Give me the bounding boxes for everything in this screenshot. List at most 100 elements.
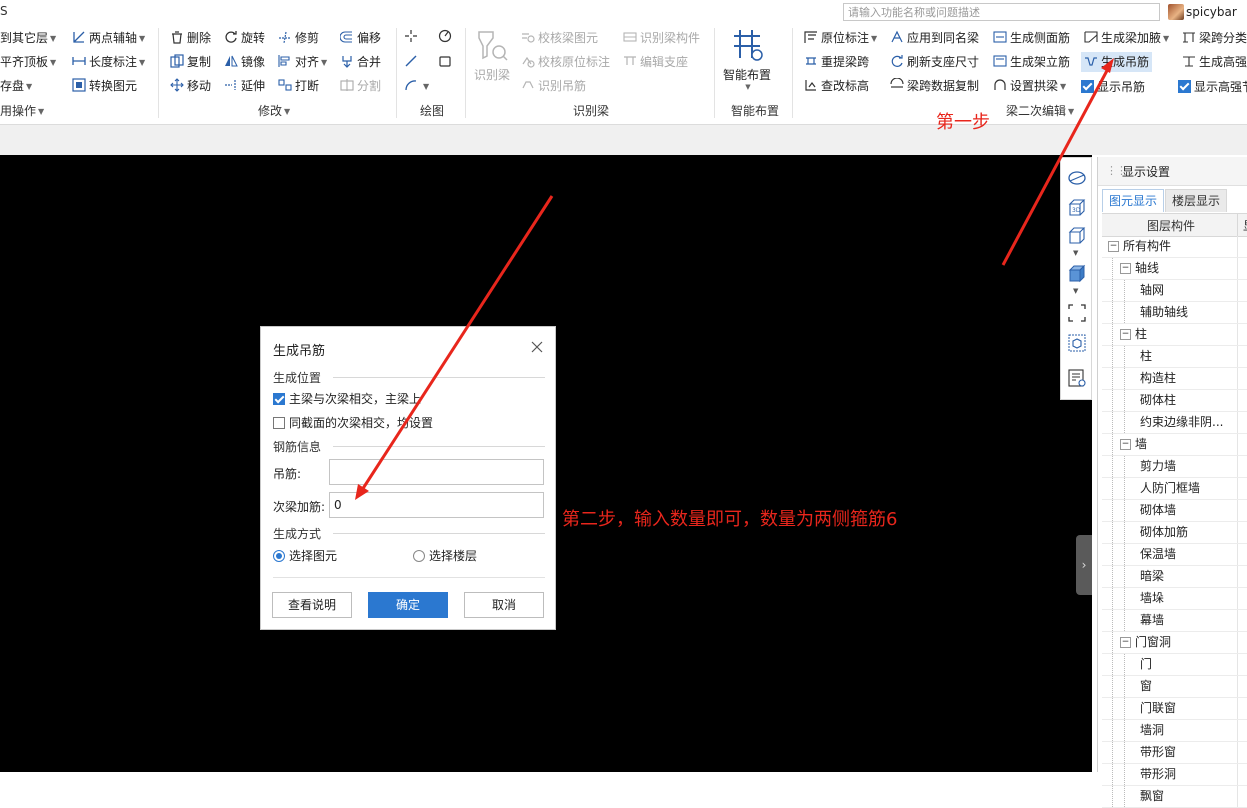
break-button[interactable]: 打断 — [278, 78, 319, 94]
copy-button[interactable]: 复制 — [170, 54, 211, 70]
collapse-toggle-icon[interactable]: − — [1120, 439, 1131, 450]
panel-header[interactable]: ⋮⋮ 显示设置 — [1098, 157, 1247, 186]
identify-beam-component-button[interactable]: 识别梁构件 — [623, 30, 700, 46]
tree-item[interactable]: 幕墙 — [1102, 610, 1247, 632]
draw-point-button[interactable] — [404, 29, 421, 45]
caret-down-icon[interactable]: ▼ — [1073, 249, 1078, 257]
tree-item[interactable]: − 轴线 — [1102, 258, 1247, 280]
tree-item[interactable]: − 墙 — [1102, 434, 1247, 456]
generate-beam-haunch-button[interactable]: 生成梁加腋 ▼ — [1084, 30, 1169, 47]
tree-item[interactable]: 砌体柱 — [1102, 390, 1247, 412]
tree-item[interactable]: − 门窗洞 — [1102, 632, 1247, 654]
generate-side-rebar-button[interactable]: 生成侧面筋 — [993, 30, 1070, 46]
tree-item[interactable]: 砌体墙 — [1102, 500, 1247, 522]
draw-rotate-point-button[interactable] — [438, 29, 455, 45]
tree-item[interactable]: 门联窗 — [1102, 698, 1247, 720]
collapse-toggle-icon[interactable]: − — [1120, 637, 1131, 648]
span-data-copy-button[interactable]: 梁跨数据复制 — [890, 78, 979, 94]
collapse-toggle-icon[interactable]: − — [1108, 241, 1119, 252]
tree-item[interactable]: 带形洞 — [1102, 764, 1247, 786]
3d-view-icon[interactable]: 3D — [1067, 198, 1087, 218]
solid-cube-icon[interactable] — [1067, 264, 1087, 284]
move-button[interactable]: 移动 — [170, 78, 211, 94]
generate-high-strength-button[interactable]: 生成高强 — [1182, 54, 1247, 70]
edit-support-button[interactable]: 编辑支座 — [623, 54, 688, 70]
mirror-button[interactable]: 镜像 — [224, 54, 265, 70]
caret-down-icon[interactable]: ▼ — [1073, 287, 1078, 295]
tree-item[interactable]: 约束边缘非阴... — [1102, 412, 1247, 434]
identify-beam-button[interactable]: 识别梁 — [472, 28, 512, 83]
generate-erection-rebar-button[interactable]: 生成架立筋 — [993, 54, 1070, 70]
tree-item[interactable]: 窗 — [1102, 676, 1247, 698]
tree-item[interactable]: 飘窗 — [1102, 786, 1247, 808]
check-elevation-button[interactable]: 查改标高 — [804, 78, 869, 94]
tree-item[interactable]: 人防门框墙 — [1102, 478, 1247, 500]
identify-hanger-button[interactable]: 识别吊筋 — [521, 78, 586, 94]
tree-item[interactable]: 墙洞 — [1102, 720, 1247, 742]
refresh-support-size-button[interactable]: 刷新支座尺寸 — [890, 54, 979, 70]
username[interactable]: spicybar — [1186, 5, 1237, 19]
trim-button[interactable]: 修剪 — [278, 30, 319, 46]
offset-button[interactable]: 偏移 — [340, 30, 381, 46]
collapse-toggle-icon[interactable]: − — [1120, 263, 1131, 274]
view-help-button[interactable]: 查看说明 — [272, 592, 352, 618]
cube-view-icon[interactable] — [1067, 226, 1087, 246]
tree-item[interactable]: 剪力墙 — [1102, 456, 1247, 478]
draw-rect-button[interactable] — [438, 54, 455, 70]
re-extract-span-button[interactable]: 重提梁跨 — [804, 54, 869, 70]
draw-line-button[interactable] — [404, 54, 421, 70]
align-slab-top-button[interactable]: 平齐顶板 ▼ — [0, 54, 56, 71]
merge-button[interactable]: 合并 — [340, 54, 381, 70]
show-hanger-checkbox[interactable]: 显示吊筋 — [1081, 79, 1145, 95]
tree-item[interactable]: 墙垛 — [1102, 588, 1247, 610]
draw-arc-button[interactable]: ▼ — [404, 78, 429, 95]
box-select-view-icon[interactable] — [1067, 333, 1087, 353]
tree-item[interactable]: 暗梁 — [1102, 566, 1247, 588]
display-list-icon[interactable] — [1067, 368, 1087, 388]
tree-item[interactable]: 辅助轴线 — [1102, 302, 1247, 324]
select-floor-radio[interactable]: 选择楼层 — [413, 547, 477, 564]
tree-item[interactable]: 砌体加筋 — [1102, 522, 1247, 544]
split-button[interactable]: 分割 — [340, 78, 381, 94]
tab-element-display[interactable]: 图元显示 — [1102, 189, 1165, 212]
same-section-checkbox[interactable]: 同截面的次梁相交，均设置 — [273, 414, 433, 431]
smart-layout-button[interactable]: 智能布置 ▼ — [718, 28, 776, 91]
check-beam-element-button[interactable]: 校核梁图元 — [521, 30, 598, 46]
cancel-button[interactable]: 取消 — [464, 592, 544, 618]
panel-collapse-handle[interactable]: › — [1076, 535, 1092, 595]
tree-item[interactable]: 构造柱 — [1102, 368, 1247, 390]
copy-to-other-floor-button[interactable]: 到其它层 ▼ — [0, 30, 56, 47]
inplace-annotation-button[interactable]: 原位标注 ▼ — [804, 30, 877, 47]
tree-item[interactable]: 保温墙 — [1102, 544, 1247, 566]
tree-item[interactable]: 轴网 — [1102, 280, 1247, 302]
show-high-strength-checkbox[interactable]: 显示高强节 — [1178, 79, 1247, 95]
function-search-input[interactable] — [843, 3, 1160, 21]
two-point-aux-axis-button[interactable]: 两点辅轴 ▼ — [72, 30, 145, 47]
main-beam-checkbox[interactable]: 主梁与次梁相交，主梁上 — [273, 390, 421, 407]
collapse-toggle-icon[interactable]: − — [1120, 329, 1131, 340]
tab-floor-display[interactable]: 楼层显示 — [1165, 189, 1228, 212]
dynamic-observe-icon[interactable] — [1067, 168, 1087, 188]
extend-button[interactable]: 延伸 — [224, 78, 265, 94]
apply-same-name-beam-button[interactable]: 应用到同名梁 — [890, 30, 979, 46]
save-button[interactable]: 存盘 ▼ — [0, 78, 32, 95]
close-icon[interactable] — [529, 339, 545, 355]
align-button[interactable]: 对齐 ▼ — [278, 54, 327, 71]
rotate-button[interactable]: 旋转 — [224, 30, 265, 46]
tree-item[interactable]: − 所有构件 — [1102, 236, 1247, 258]
tree-item[interactable]: 带形窗 — [1102, 742, 1247, 764]
secondary-beam-rebar-input[interactable] — [329, 492, 544, 518]
user-avatar[interactable] — [1168, 4, 1184, 20]
tree-item[interactable]: − 柱 — [1102, 324, 1247, 346]
beam-span-classify-button[interactable]: 梁跨分类 — [1182, 30, 1247, 46]
hanger-input[interactable] — [329, 459, 544, 485]
convert-element-button[interactable]: 转换图元 — [72, 78, 137, 94]
tree-item[interactable]: 门 — [1102, 654, 1247, 676]
fit-view-icon[interactable] — [1067, 303, 1087, 323]
ok-button[interactable]: 确定 — [368, 592, 448, 618]
select-element-radio[interactable]: 选择图元 — [273, 547, 337, 564]
generate-hanger-rebar-button[interactable]: 生成吊筋 — [1081, 52, 1153, 72]
tree-item[interactable]: 柱 — [1102, 346, 1247, 368]
set-arch-beam-button[interactable]: 设置拱梁 ▼ — [993, 78, 1066, 95]
check-inplace-annotation-button[interactable]: 校核原位标注 — [521, 54, 610, 70]
